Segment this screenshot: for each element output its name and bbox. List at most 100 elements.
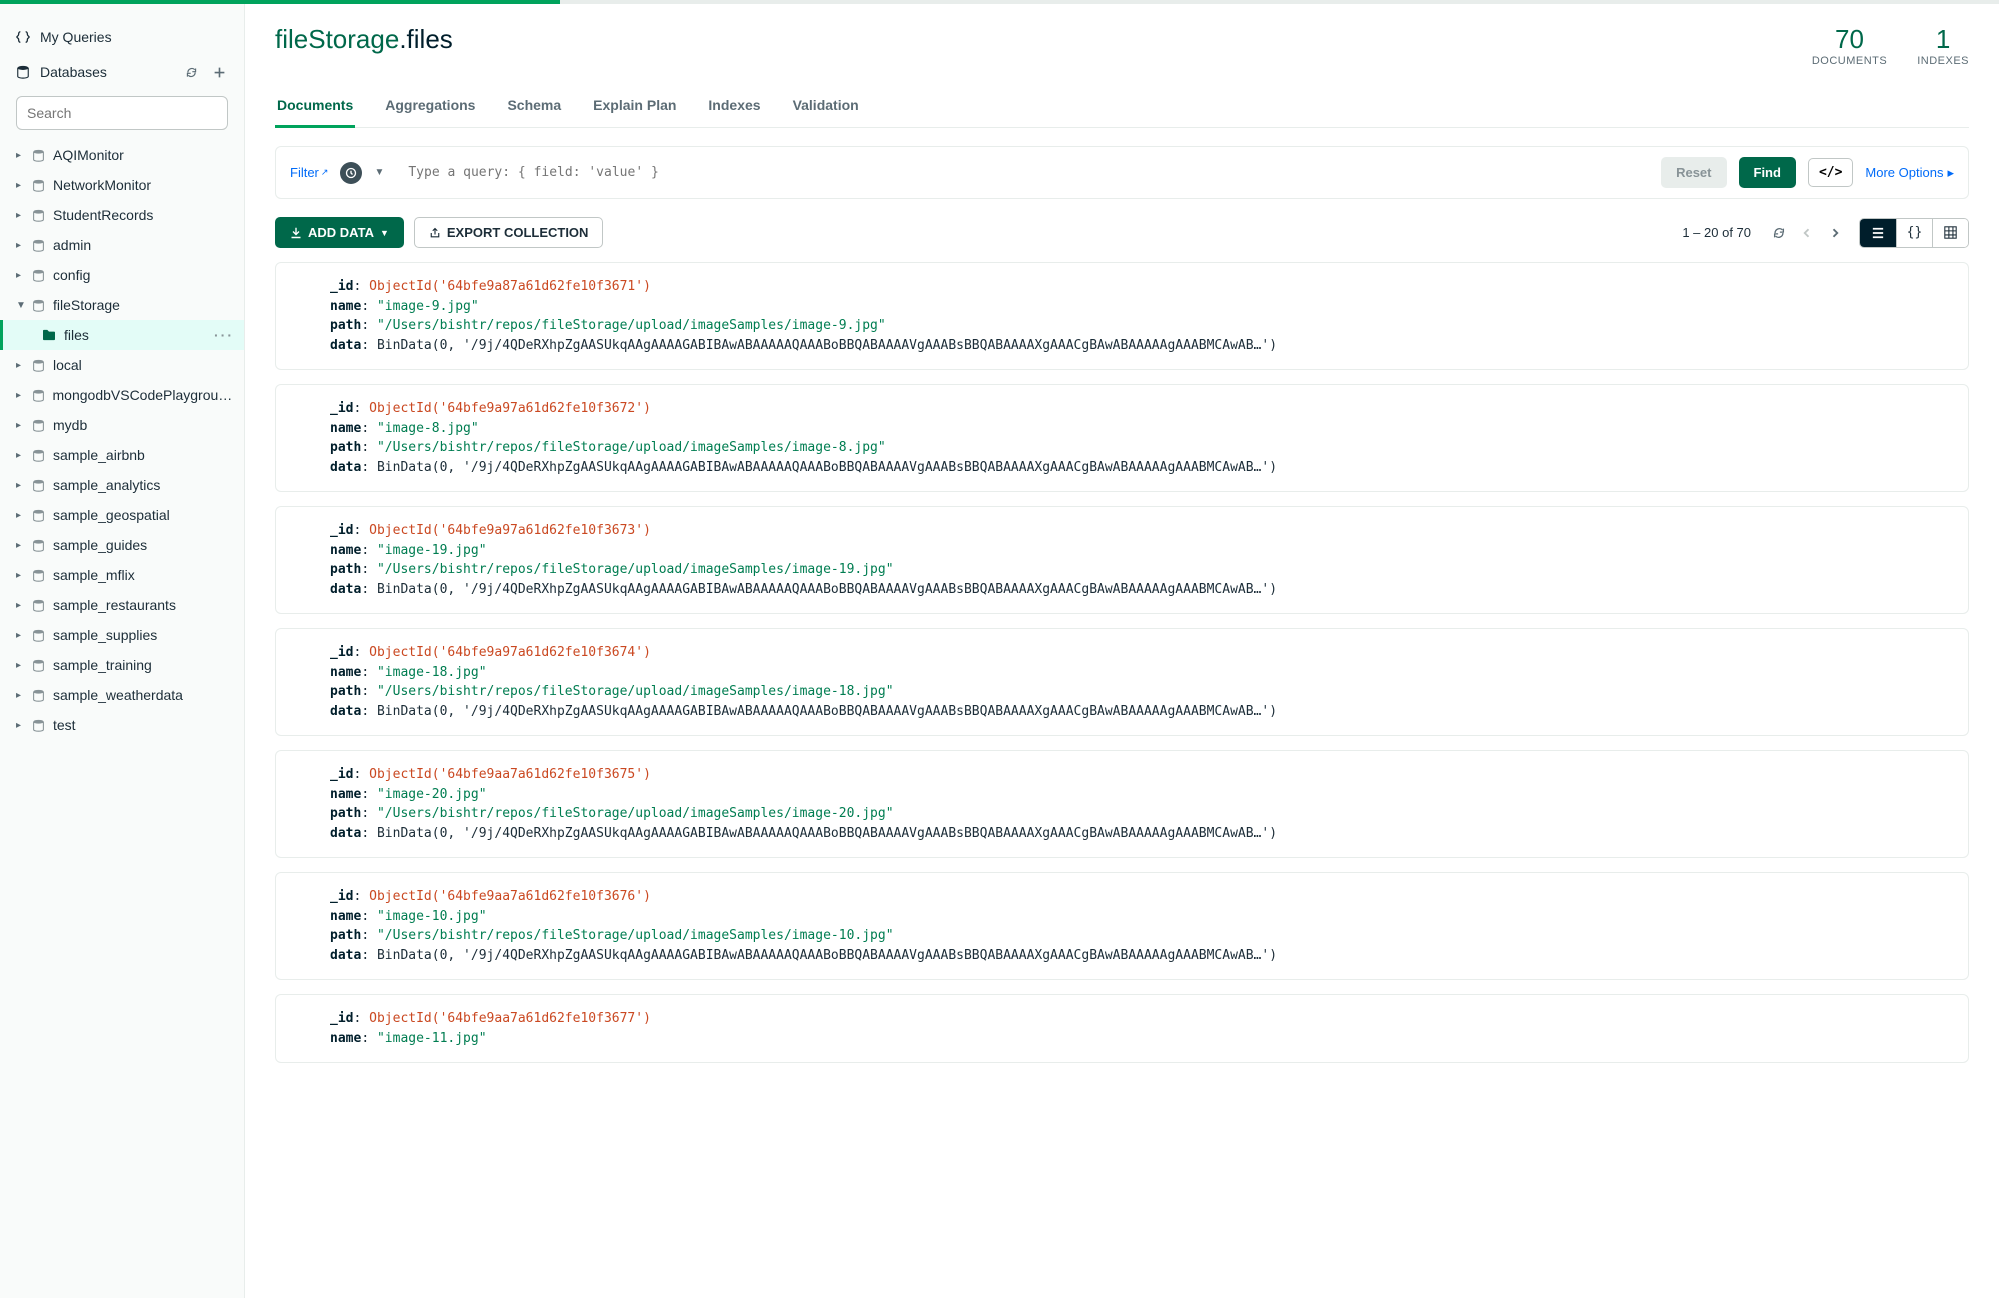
refresh-databases-icon[interactable] bbox=[182, 63, 200, 81]
database-icon bbox=[32, 599, 45, 612]
document-card[interactable]: _id: ObjectId('64bfe9a97a61d62fe10f3672'… bbox=[275, 384, 1969, 492]
download-icon bbox=[290, 227, 302, 239]
sidebar-db-item[interactable]: ▸sample_supplies bbox=[0, 620, 244, 650]
document-toolbar: ADD DATA ▼ EXPORT COLLECTION 1 – 20 of 7… bbox=[275, 217, 1969, 248]
db-label: local bbox=[53, 357, 82, 373]
db-label: sample_mflix bbox=[53, 567, 135, 583]
document-card[interactable]: _id: ObjectId('64bfe9aa7a61d62fe10f3675'… bbox=[275, 750, 1969, 858]
query-input[interactable] bbox=[396, 165, 1649, 180]
tab-validation[interactable]: Validation bbox=[791, 87, 861, 128]
view-json-button[interactable]: {} bbox=[1896, 219, 1932, 247]
sidebar-db-item[interactable]: ▸AQIMonitor bbox=[0, 140, 244, 170]
document-card[interactable]: _id: ObjectId('64bfe9aa7a61d62fe10f3677'… bbox=[275, 994, 1969, 1063]
doc-key: _id bbox=[330, 277, 353, 297]
db-label: sample_training bbox=[53, 657, 152, 673]
more-options-icon[interactable]: ··· bbox=[214, 327, 234, 343]
add-database-icon[interactable] bbox=[210, 63, 228, 81]
doc-value: "image-20.jpg" bbox=[377, 785, 487, 805]
tab-indexes[interactable]: Indexes bbox=[706, 87, 762, 128]
chevron-icon: ▸ bbox=[16, 270, 24, 281]
search-input[interactable] bbox=[16, 96, 228, 130]
reset-button[interactable]: Reset bbox=[1661, 157, 1726, 188]
doc-value: "/Users/bishtr/repos/fileStorage/upload/… bbox=[377, 682, 894, 702]
sidebar-collection-item[interactable]: files··· bbox=[0, 320, 244, 350]
doc-value: ObjectId('64bfe9a87a61d62fe10f3671') bbox=[369, 277, 651, 297]
doc-key: path bbox=[330, 560, 361, 580]
chevron-icon: ▸ bbox=[16, 540, 24, 551]
database-icon bbox=[32, 629, 45, 642]
document-card[interactable]: _id: ObjectId('64bfe9a87a61d62fe10f3671'… bbox=[275, 262, 1969, 370]
db-label: NetworkMonitor bbox=[53, 177, 151, 193]
external-link-icon: ↗ bbox=[321, 167, 329, 178]
chevron-down-icon[interactable]: ▼ bbox=[374, 167, 384, 178]
tab-aggregations[interactable]: Aggregations bbox=[383, 87, 477, 128]
db-label: test bbox=[53, 717, 76, 733]
code-toggle-button[interactable]: </> bbox=[1808, 158, 1853, 187]
db-label: AQIMonitor bbox=[53, 147, 124, 163]
sidebar-db-item[interactable]: ▼fileStorage bbox=[0, 290, 244, 320]
sidebar-db-item[interactable]: ▸sample_mflix bbox=[0, 560, 244, 590]
view-list-button[interactable] bbox=[1860, 219, 1896, 247]
tab-schema[interactable]: Schema bbox=[505, 87, 563, 128]
sidebar-db-item[interactable]: ▸ config bbox=[0, 260, 244, 290]
doc-value: ObjectId('64bfe9aa7a61d62fe10f3676') bbox=[369, 887, 651, 907]
database-icon bbox=[32, 359, 45, 372]
database-icon bbox=[32, 659, 45, 672]
filter-link[interactable]: Filter↗ bbox=[290, 165, 328, 180]
sidebar-db-item[interactable]: ▸StudentRecords bbox=[0, 200, 244, 230]
chevron-down-icon: ▼ bbox=[380, 228, 389, 238]
doc-key: name bbox=[330, 663, 361, 683]
databases-nav[interactable]: Databases bbox=[0, 54, 244, 90]
top-progress-bar bbox=[0, 0, 1999, 4]
chevron-icon: ▼ bbox=[16, 300, 24, 311]
next-page-icon[interactable] bbox=[1821, 219, 1849, 247]
export-collection-button[interactable]: EXPORT COLLECTION bbox=[414, 217, 604, 248]
doc-value: "image-18.jpg" bbox=[377, 663, 487, 683]
tab-explain-plan[interactable]: Explain Plan bbox=[591, 87, 678, 128]
sidebar-db-item[interactable]: ▸test bbox=[0, 710, 244, 740]
sidebar-db-item[interactable]: ▸sample_training bbox=[0, 650, 244, 680]
document-card[interactable]: _id: ObjectId('64bfe9aa7a61d62fe10f3676'… bbox=[275, 872, 1969, 980]
my-queries-nav[interactable]: My Queries bbox=[0, 20, 244, 54]
chevron-right-icon: ▸ bbox=[1947, 165, 1954, 181]
view-table-button[interactable] bbox=[1932, 219, 1968, 247]
sidebar-db-item[interactable]: ▸ sample_weatherdata bbox=[0, 680, 244, 710]
doc-key: data bbox=[330, 702, 361, 722]
find-button[interactable]: Find bbox=[1739, 157, 1796, 188]
database-icon bbox=[32, 449, 45, 462]
document-card[interactable]: _id: ObjectId('64bfe9a97a61d62fe10f3673'… bbox=[275, 506, 1969, 614]
breadcrumb: fileStorage.files bbox=[275, 24, 453, 55]
refresh-icon[interactable] bbox=[1765, 219, 1793, 247]
sidebar-db-item[interactable]: ▸ local bbox=[0, 350, 244, 380]
doc-key: name bbox=[330, 541, 361, 561]
database-icon bbox=[32, 509, 45, 522]
add-data-button[interactable]: ADD DATA ▼ bbox=[275, 217, 404, 248]
prev-page-icon[interactable] bbox=[1793, 219, 1821, 247]
sidebar-db-item[interactable]: ▸sample_restaurants bbox=[0, 590, 244, 620]
db-label: sample_weatherdata bbox=[53, 687, 183, 703]
chevron-icon: ▸ bbox=[16, 180, 24, 191]
stat-label: INDEXES bbox=[1917, 55, 1969, 67]
sidebar-db-item[interactable]: ▸admin bbox=[0, 230, 244, 260]
database-icon bbox=[32, 239, 45, 252]
doc-value: BinData(0, '/9j/4QDeRXhpZgAASUkqAAgAAAAG… bbox=[377, 458, 1277, 478]
chevron-icon: ▸ bbox=[16, 690, 24, 701]
sidebar-db-item[interactable]: ▸mydb bbox=[0, 410, 244, 440]
sidebar-db-item[interactable]: ▸ NetworkMonitor bbox=[0, 170, 244, 200]
sidebar-db-item[interactable]: ▸sample_analytics bbox=[0, 470, 244, 500]
sidebar-db-item[interactable]: ▸mongodbVSCodePlayground... bbox=[0, 380, 244, 410]
history-icon[interactable] bbox=[340, 162, 362, 184]
sidebar-db-item[interactable]: ▸sample_geospatial bbox=[0, 500, 244, 530]
doc-key: _id bbox=[330, 1009, 353, 1029]
doc-value: ObjectId('64bfe9a97a61d62fe10f3673') bbox=[369, 521, 651, 541]
db-label: config bbox=[53, 267, 90, 283]
tab-documents[interactable]: Documents bbox=[275, 87, 355, 128]
sidebar-db-item[interactable]: ▸sample_airbnb bbox=[0, 440, 244, 470]
more-options-link[interactable]: More Options ▸ bbox=[1865, 165, 1954, 181]
doc-value: BinData(0, '/9j/4QDeRXhpZgAASUkqAAgAAAAG… bbox=[377, 702, 1277, 722]
sidebar-db-item[interactable]: ▸sample_guides bbox=[0, 530, 244, 560]
database-icon bbox=[32, 419, 45, 432]
chevron-icon: ▸ bbox=[16, 360, 24, 371]
doc-key: _id bbox=[330, 887, 353, 907]
document-card[interactable]: _id: ObjectId('64bfe9a97a61d62fe10f3674'… bbox=[275, 628, 1969, 736]
